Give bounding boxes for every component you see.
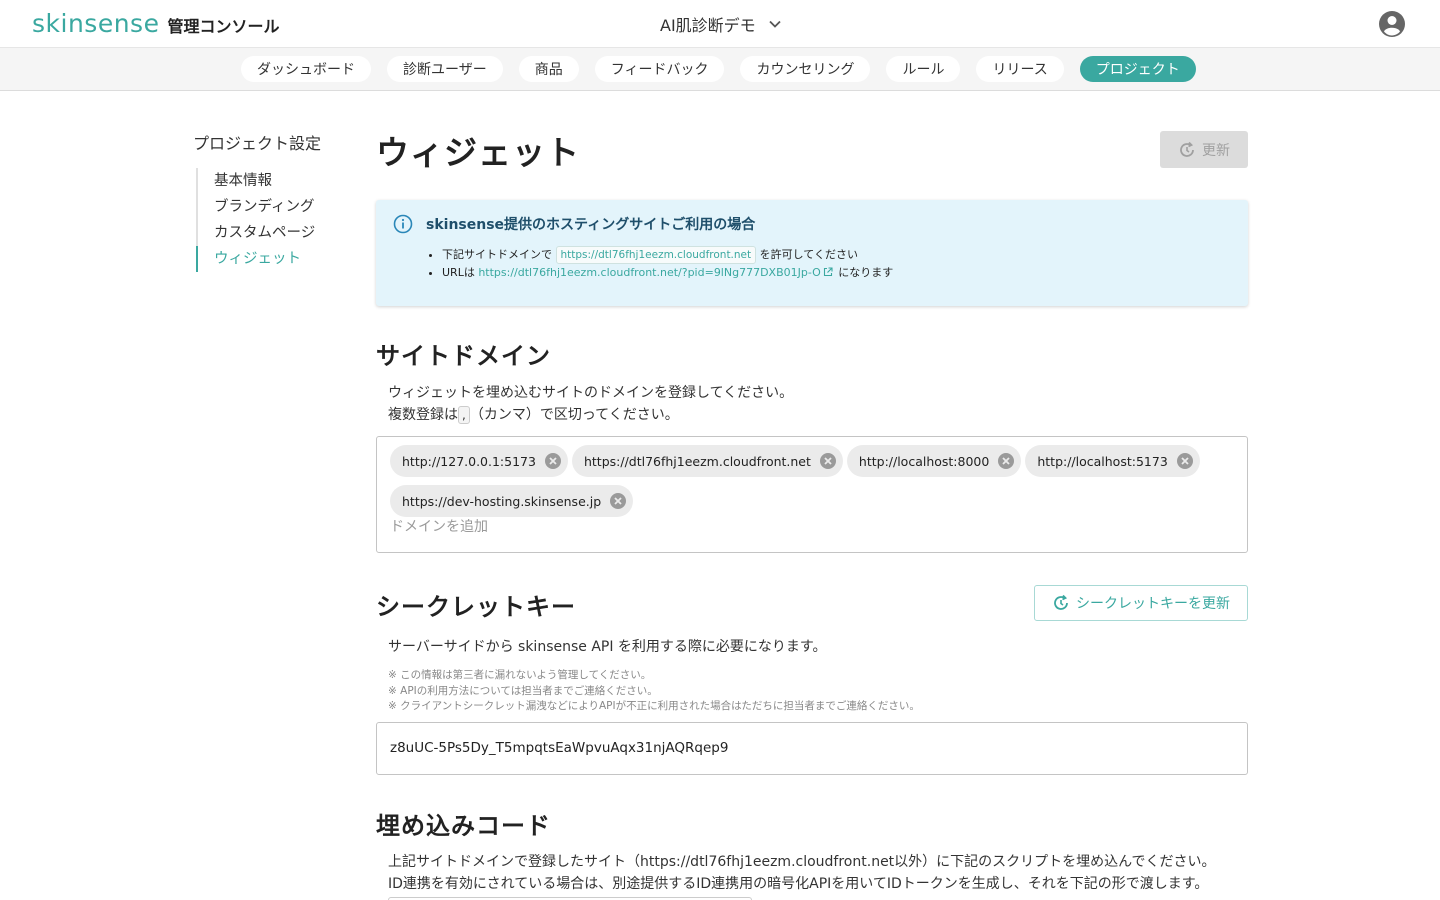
refresh-button-label: 更新 <box>1202 142 1230 159</box>
refresh-icon <box>1054 594 1068 610</box>
refresh-button[interactable]: 更新 <box>1160 131 1248 168</box>
sidebar-nav: 基本情報 ブランディング カスタムページ ウィジェット <box>196 168 336 272</box>
hosting-url-link[interactable]: https://dtl76fhj1eezm.cloudfront.net/?pi… <box>478 266 820 279</box>
domain-chip: http://localhost:5173 <box>1025 445 1200 477</box>
comma-code: , <box>458 406 470 424</box>
remove-chip-icon[interactable] <box>997 452 1015 470</box>
info-text: を許可してください <box>759 248 858 261</box>
tab-counseling[interactable]: カウンセリング <box>740 56 871 82</box>
sidebar-item-basic-info[interactable]: 基本情報 <box>198 168 336 194</box>
info-item-url: URLは https://dtl76fhj1eezm.cloudfront.ne… <box>442 264 893 282</box>
external-link-icon[interactable] <box>823 267 833 277</box>
secret-key-notes: ※ この情報は第三者に漏れないよう管理してください。 ※ APIの利用方法につい… <box>388 668 920 715</box>
domain-chip: https://dev-hosting.skinsense.jp <box>390 485 634 517</box>
remove-chip-icon[interactable] <box>544 452 562 470</box>
chevron-down-icon <box>769 20 781 28</box>
sidebar-item-custom-page[interactable]: カスタムページ <box>198 220 336 246</box>
page-title: ウィジェット <box>376 133 580 172</box>
hosting-domain-code: https://dtl76fhj1eezm.cloudfront.net <box>555 246 757 264</box>
project-name: AI肌診断デモ <box>660 16 756 35</box>
tab-project[interactable]: プロジェクト <box>1079 56 1196 82</box>
domain-chip-label: https://dtl76fhj1eezm.cloudfront.net <box>583 453 811 469</box>
sidebar-item-branding[interactable]: ブランディング <box>198 194 336 220</box>
hosting-info-alert: skinsense提供のホスティングサイトご利用の場合 下記サイトドメインで h… <box>376 200 1248 306</box>
domain-chip-label: http://localhost:5173 <box>1037 453 1168 469</box>
refresh-secret-key-label: シークレットキーを更新 <box>1076 596 1230 612</box>
secret-key-field[interactable]: z8uUC-5Ps5Dy_T5mpqtsEaWpvuAqx31njAQRqep9 <box>376 722 1248 775</box>
remove-chip-icon[interactable] <box>609 492 627 510</box>
logo[interactable]: skinsense 管理コンソール <box>32 9 279 38</box>
site-domain-heading: サイトドメイン <box>376 342 551 370</box>
domain-chips: http://127.0.0.1:5173 https://dtl76fhj1e… <box>390 445 1240 521</box>
info-item-domain: 下記サイトドメインで https://dtl76fhj1eezm.cloudfr… <box>442 246 893 264</box>
tab-feedback[interactable]: フィードバック <box>594 56 725 82</box>
domain-chip-label: https://dev-hosting.skinsense.jp <box>402 493 602 509</box>
note-line: ※ クライアントシークレット漏洩などによりAPIが不正に利用された場合はただちに… <box>388 700 920 712</box>
embed-desc-line1: 上記サイトドメインで登録したサイト（https://dtl76fhj1eezm.… <box>388 854 1216 870</box>
desc-text: （カンマ）で区切ってください。 <box>469 407 679 423</box>
domain-chip: http://127.0.0.1:5173 <box>390 445 568 477</box>
account-icon[interactable] <box>1378 10 1406 38</box>
logo-brand: skinsense <box>32 9 160 38</box>
project-switcher[interactable]: AI肌診断デモ <box>660 12 782 36</box>
sidebar-item-widget[interactable]: ウィジェット <box>196 246 336 272</box>
tab-products[interactable]: 商品 <box>518 56 579 82</box>
embed-code-heading: 埋め込みコード <box>376 812 551 840</box>
site-domain-desc: ウィジェットを埋め込むサイトのドメインを登録してください。 複数登録は, （カンマ… <box>388 382 793 426</box>
logo-subtitle: 管理コンソール <box>167 17 280 36</box>
info-icon <box>393 214 413 234</box>
embed-desc-line2: ID連携を有効にされている場合は、別途提供するID連携用の暗号化APIを用いてI… <box>388 876 1209 892</box>
domain-chip-label: http://127.0.0.1:5173 <box>402 453 536 469</box>
domain-chip: https://dtl76fhj1eezm.cloudfront.net <box>571 445 843 477</box>
info-text: になります <box>838 266 894 279</box>
note-line: ※ この情報は第三者に漏れないよう管理してください。 <box>388 669 652 681</box>
secret-key-desc: サーバーサイドから skinsense API を利用する際に必要になります。 <box>388 639 827 655</box>
info-title: skinsense提供のホスティングサイトご利用の場合 <box>426 217 756 233</box>
refresh-icon <box>1180 141 1194 157</box>
nav-tabbar: ダッシュボード 診断ユーザー 商品 フィードバック カウンセリング ルール リリ… <box>0 48 1440 91</box>
embed-code-desc: 上記サイトドメインで登録したサイト（https://dtl76fhj1eezm.… <box>388 851 1215 895</box>
tab-rules[interactable]: ルール <box>886 56 961 82</box>
domain-chip: http://localhost:8000 <box>846 445 1022 477</box>
add-domain-input[interactable] <box>390 519 1230 535</box>
nav-tabs: ダッシュボード 診断ユーザー 商品 フィードバック カウンセリング ルール リリ… <box>241 56 1196 82</box>
remove-chip-icon[interactable] <box>1176 452 1194 470</box>
site-domain-desc-line1: ウィジェットを埋め込むサイトのドメインを登録してください。 <box>388 385 794 401</box>
site-domain-desc-line2: 複数登録は, （カンマ）で区切ってください。 <box>388 404 793 426</box>
tab-users[interactable]: 診断ユーザー <box>387 56 503 82</box>
desc-text: 複数登録は <box>388 407 458 423</box>
note-line: ※ APIの利用方法については担当者までご連絡ください。 <box>388 684 658 697</box>
remove-chip-icon[interactable] <box>819 452 837 470</box>
info-list: 下記サイトドメインで https://dtl76fhj1eezm.cloudfr… <box>442 246 893 282</box>
secret-key-value: z8uUC-5Ps5Dy_T5mpqtsEaWpvuAqx31njAQRqep9 <box>390 740 729 756</box>
info-text: URLは <box>442 266 475 279</box>
domain-chip-label: http://localhost:8000 <box>858 453 990 469</box>
domain-chip-input[interactable]: http://127.0.0.1:5173 https://dtl76fhj1e… <box>376 436 1248 553</box>
refresh-secret-key-button[interactable]: シークレットキーを更新 <box>1034 585 1248 621</box>
tab-releases[interactable]: リリース <box>976 56 1064 82</box>
secret-key-heading: シークレットキー <box>376 593 576 621</box>
sidebar-title: プロジェクト設定 <box>193 134 322 153</box>
info-text: 下記サイトドメインで <box>442 248 552 261</box>
tab-dashboard[interactable]: ダッシュボード <box>241 56 371 82</box>
top-header: skinsense 管理コンソール AI肌診断デモ <box>0 0 1440 48</box>
